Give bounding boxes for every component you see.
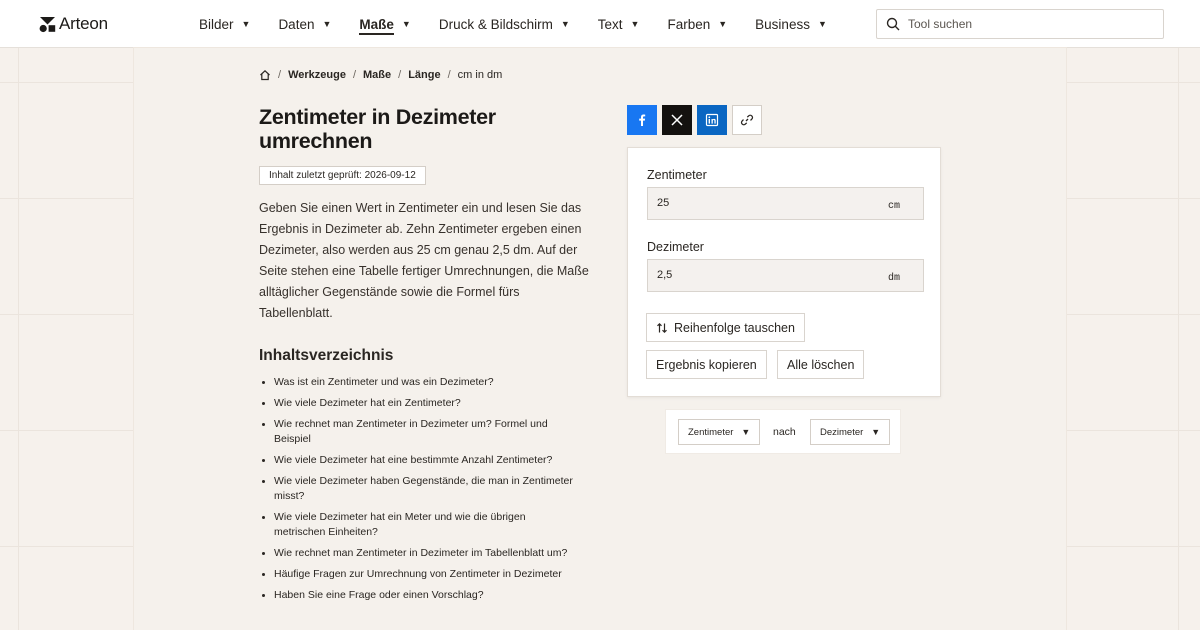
- output-label: Dezimeter: [647, 240, 704, 254]
- brand-logo[interactable]: Arteon: [39, 14, 108, 34]
- link-icon: [740, 114, 754, 126]
- nav-item-bilder[interactable]: Bilder ▼: [199, 0, 250, 48]
- converter-card: Zentimeter cm Dezimeter dm Reihenfolge t…: [627, 147, 941, 397]
- share-linkedin-button[interactable]: [697, 105, 727, 135]
- input-label: Zentimeter: [647, 168, 707, 182]
- share-x-button[interactable]: [662, 105, 692, 135]
- breadcrumb-separator: /: [447, 69, 451, 81]
- chevron-down-icon: ▼: [401, 19, 411, 29]
- chevron-down-icon: ▼: [817, 19, 827, 29]
- breadcrumb: / Werkzeuge / Maße / Länge / cm in dm: [259, 69, 502, 81]
- breadcrumb-separator: /: [278, 69, 282, 81]
- brand-name: Arteon: [59, 14, 108, 33]
- swap-arrows-icon: [657, 322, 667, 333]
- nav-label: Business: [755, 16, 810, 32]
- toc-item[interactable]: Wie viele Dezimeter hat eine bestimmte A…: [259, 453, 579, 468]
- nav-label: Bilder: [199, 16, 234, 32]
- nav-label: Druck & Bildschirm: [438, 16, 553, 32]
- swap-order-label: Reihenfolge tauschen: [674, 320, 795, 335]
- nav-label: Daten: [278, 16, 315, 32]
- search-input[interactable]: [908, 17, 1148, 31]
- nav-item-masse[interactable]: Maße ▼: [359, 0, 411, 48]
- breadcrumb-item-werkzeuge[interactable]: Werkzeuge: [288, 69, 346, 81]
- chevron-down-icon: ▼: [241, 19, 251, 29]
- centimeter-field[interactable]: cm: [647, 187, 924, 220]
- centimeter-input[interactable]: [657, 197, 857, 209]
- nav-item-text[interactable]: Text ▼: [598, 0, 640, 48]
- chevron-down-icon: ▼: [718, 19, 728, 29]
- home-icon[interactable]: [259, 69, 271, 81]
- main-nav: Bilder ▼ Daten ▼ Maße ▼ Druck & Bildschi…: [199, 0, 855, 48]
- toc-item[interactable]: Was ist ein Zentimeter und was ein Dezim…: [259, 375, 579, 390]
- nav-item-druck-bildschirm[interactable]: Druck & Bildschirm ▼: [439, 0, 570, 48]
- nav-label: Farben: [667, 16, 711, 32]
- breadcrumb-current: cm in dm: [457, 69, 503, 81]
- search-icon: [886, 17, 900, 31]
- toc-item[interactable]: Wie viele Dezimeter haben Gegenstände, d…: [259, 474, 579, 504]
- brand-logo-icon: [39, 16, 56, 32]
- intro-paragraph: Geben Sie einen Wert in Zentimeter ein u…: [259, 201, 589, 320]
- nav-item-farben[interactable]: Farben ▼: [667, 0, 727, 48]
- nav-item-business[interactable]: Business ▼: [755, 0, 827, 48]
- linkedin-icon: [705, 113, 719, 127]
- clear-all-button[interactable]: Alle löschen: [777, 350, 865, 379]
- to-unit-select[interactable]: Dezimeter ▼: [810, 419, 891, 445]
- share-facebook-button[interactable]: [627, 105, 657, 135]
- toc-item[interactable]: Haben Sie eine Frage oder einen Vorschla…: [259, 588, 579, 603]
- page-title: Zentimeter in Dezimeter umrechnen: [259, 105, 496, 153]
- breadcrumb-separator: /: [398, 69, 402, 81]
- top-navigation-bar: Arteon Bilder ▼ Daten ▼ Maße ▼ Druck & B…: [0, 0, 1200, 48]
- nav-label: Text: [597, 16, 623, 32]
- toc-heading: Inhaltsverzeichnis: [259, 347, 394, 364]
- chevron-down-icon: ▼: [630, 19, 640, 29]
- copy-result-button[interactable]: Ergebnis kopieren: [646, 350, 767, 379]
- decimeter-input[interactable]: [657, 269, 857, 281]
- table-of-contents: Was ist ein Zentimeter und was ein Dezim…: [259, 375, 579, 609]
- toc-item[interactable]: Häufige Fragen zur Umrechnung von Zentim…: [259, 567, 579, 582]
- tool-search-box[interactable]: [876, 9, 1164, 39]
- nav-label: Maße: [359, 16, 394, 32]
- facebook-icon: [639, 114, 646, 126]
- swap-order-button[interactable]: Reihenfolge tauschen: [646, 313, 805, 342]
- decimeter-unit: dm: [887, 273, 900, 284]
- toc-item[interactable]: Wie viele Dezimeter hat ein Meter und wi…: [259, 510, 579, 540]
- share-buttons: [627, 105, 762, 135]
- chevron-down-icon: ▼: [322, 19, 332, 29]
- last-checked-badge: Inhalt zuletzt geprüft: 2026-09-12: [259, 166, 426, 185]
- x-icon: [671, 114, 683, 126]
- unit-connector: nach: [773, 426, 796, 438]
- breadcrumb-item-masse[interactable]: Maße: [363, 69, 391, 81]
- breadcrumb-separator: /: [352, 69, 356, 81]
- to-unit-value: Dezimeter: [820, 426, 864, 438]
- toc-item[interactable]: Wie rechnet man Zentimeter in Dezimeter …: [259, 546, 579, 561]
- from-unit-value: Zentimeter: [688, 426, 734, 438]
- copy-link-button[interactable]: [732, 105, 762, 135]
- toc-item[interactable]: Wie rechnet man Zentimeter in Dezimeter …: [259, 417, 579, 447]
- chevron-down-icon: ▼: [871, 427, 881, 437]
- nav-item-daten[interactable]: Daten ▼: [278, 0, 331, 48]
- chevron-down-icon: ▼: [560, 19, 570, 29]
- toc-item[interactable]: Wie viele Dezimeter hat ein Zentimeter?: [259, 396, 579, 411]
- chevron-down-icon: ▼: [741, 427, 751, 437]
- breadcrumb-item-laenge[interactable]: Länge: [408, 69, 440, 81]
- unit-selector: Zentimeter ▼ nach Dezimeter ▼: [665, 409, 901, 454]
- decimeter-field[interactable]: dm: [647, 259, 924, 292]
- centimeter-unit: cm: [887, 201, 900, 212]
- from-unit-select[interactable]: Zentimeter ▼: [678, 419, 761, 445]
